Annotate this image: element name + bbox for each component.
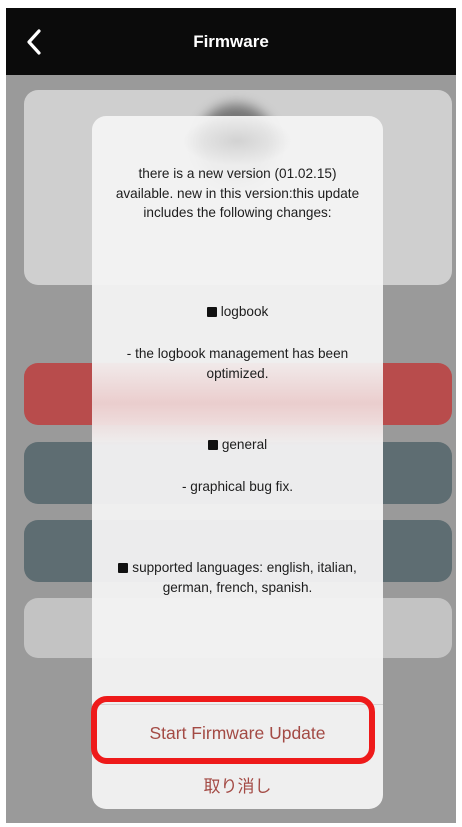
highlight-annotation	[91, 696, 375, 764]
section-heading-logbook: logbook	[114, 302, 361, 322]
section-detail-general: - graphical bug fix.	[181, 479, 294, 494]
cancel-button[interactable]: 取り消し	[92, 764, 383, 804]
bullet-square-icon	[118, 563, 129, 573]
navigation-bar: Firmware	[6, 8, 456, 75]
section-heading-languages: supported languages: english, italian, g…	[114, 558, 361, 597]
bullet-square-icon	[207, 440, 218, 450]
page-title: Firmware	[193, 32, 269, 51]
section-heading-general: general	[114, 435, 361, 455]
update-intro-text: there is a new version (01.02.15) availa…	[115, 166, 360, 220]
section-detail-logbook: - the logbook management has been optimi…	[126, 346, 349, 381]
bullet-square-icon	[206, 307, 217, 317]
